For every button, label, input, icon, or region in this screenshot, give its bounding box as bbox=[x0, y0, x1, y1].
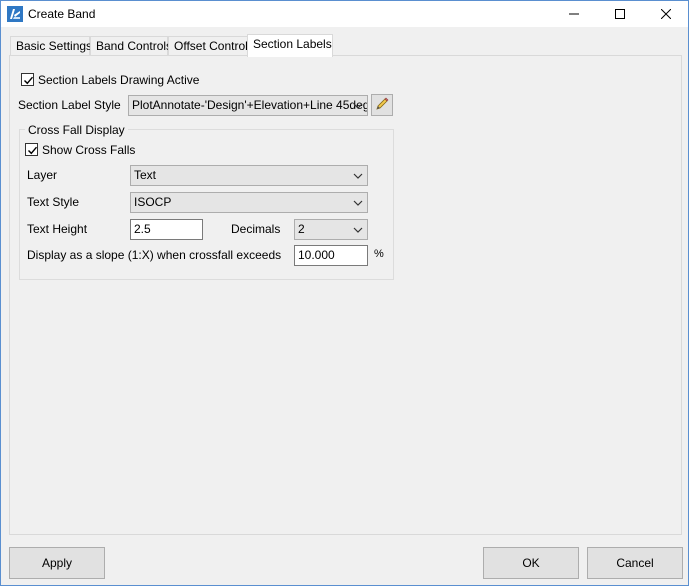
chevron-down-icon bbox=[353, 227, 363, 233]
layer-label: Layer bbox=[27, 168, 58, 182]
percent-unit-label: % bbox=[374, 248, 384, 260]
close-icon bbox=[661, 9, 671, 19]
text-style-dropdown[interactable]: ISOCP bbox=[130, 192, 368, 213]
tab-offset-controls[interactable]: Offset Controls bbox=[168, 36, 254, 56]
show-cross-falls-label: Show Cross Falls bbox=[42, 143, 136, 157]
create-band-dialog: Create Band Basic Settings Band Controls… bbox=[0, 0, 689, 586]
section-label-style-dropdown[interactable]: PlotAnnotate-'Design'+Elevation+Line 45d… bbox=[128, 95, 368, 116]
chevron-down-icon bbox=[353, 103, 363, 109]
apply-button[interactable]: Apply bbox=[9, 547, 105, 579]
text-style-value: ISOCP bbox=[134, 195, 172, 209]
layer-dropdown[interactable]: Text bbox=[130, 165, 368, 186]
section-label-style-label: Section Label Style bbox=[18, 98, 121, 112]
title-bar[interactable]: Create Band bbox=[1, 1, 688, 27]
show-cross-falls-checkbox[interactable] bbox=[25, 143, 38, 156]
tab-basic-settings[interactable]: Basic Settings bbox=[10, 36, 92, 56]
drawing-active-checkbox[interactable] bbox=[21, 73, 34, 86]
checkmark-icon bbox=[28, 146, 38, 155]
checkmark-icon bbox=[24, 76, 34, 85]
edit-style-button[interactable] bbox=[371, 94, 393, 116]
close-button[interactable] bbox=[643, 1, 689, 27]
section-label-style-value: PlotAnnotate-'Design'+Elevation+Line 45d… bbox=[132, 98, 368, 112]
decimals-label: Decimals bbox=[231, 222, 281, 236]
text-height-input[interactable]: 2.5 bbox=[130, 219, 203, 240]
minimize-button[interactable] bbox=[551, 1, 597, 27]
cancel-button[interactable]: Cancel bbox=[587, 547, 683, 579]
window-title: Create Band bbox=[28, 7, 96, 21]
decimals-dropdown[interactable]: 2 bbox=[294, 219, 368, 240]
layer-value: Text bbox=[134, 168, 157, 182]
tab-section-labels[interactable]: Section Labels bbox=[247, 34, 333, 57]
app-logo-icon bbox=[7, 6, 23, 22]
maximize-icon bbox=[615, 9, 625, 19]
tab-band-controls[interactable]: Band Controls bbox=[90, 36, 172, 56]
decimals-value: 2 bbox=[298, 222, 305, 236]
ok-button[interactable]: OK bbox=[483, 547, 579, 579]
cross-fall-group-title: Cross Fall Display bbox=[25, 123, 128, 137]
slope-threshold-input[interactable]: 10.000 bbox=[294, 245, 368, 266]
minimize-icon bbox=[569, 9, 579, 19]
text-style-label: Text Style bbox=[27, 195, 80, 209]
maximize-button[interactable] bbox=[597, 1, 643, 27]
text-height-label: Text Height bbox=[27, 222, 88, 236]
chevron-down-icon bbox=[353, 200, 363, 206]
drawing-active-label: Section Labels Drawing Active bbox=[38, 73, 200, 87]
slope-label: Display as a slope (1:X) when crossfall … bbox=[27, 248, 282, 262]
pencil-icon bbox=[374, 96, 390, 115]
chevron-down-icon bbox=[353, 173, 363, 179]
